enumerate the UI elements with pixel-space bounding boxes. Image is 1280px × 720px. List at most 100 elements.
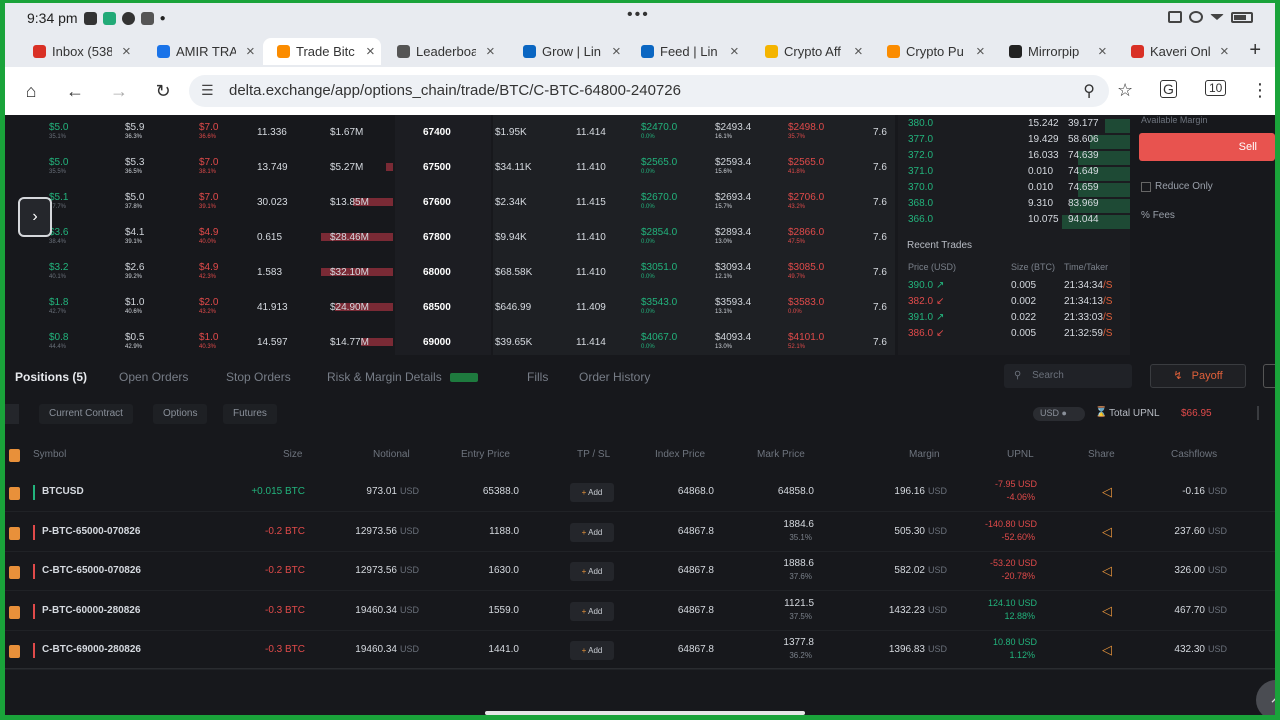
row-checkbox[interactable] [9,487,20,500]
tab-close-icon[interactable]: × [1098,43,1107,60]
call-open-interest: 30.023 [257,197,288,208]
browser-tab[interactable]: Crypto Aff × [751,38,869,65]
browser-tab[interactable]: Crypto Pu × [873,38,991,65]
filter-futures[interactable]: Futures [223,404,277,424]
tab-stop-orders[interactable]: Stop Orders [226,370,291,384]
back-arrow-icon[interactable]: ← [63,81,87,102]
share-icon[interactable]: ◁ [1102,603,1112,619]
tab-close-icon[interactable]: × [246,43,255,60]
share-icon[interactable]: ◁ [1102,642,1112,658]
home-icon[interactable]: ⌂ [19,81,43,102]
add-tp-sl-button[interactable]: + Add [570,483,614,502]
position-symbol[interactable]: BTCUSD [42,486,84,497]
order-book-row[interactable]: 370.0 0.010 74.659 [898,182,1130,198]
browser-tab[interactable]: Feed | Lin × [627,38,745,65]
browser-tab[interactable]: Kaveri Onl × [1117,38,1229,65]
share-icon[interactable]: ◁ [1102,524,1112,540]
chain-row[interactable]: $5.0 35.1% $5.9 36.3% $7.0 36.6% 11.336 $1.67M 6… [5,115,895,150]
bookmark-star-icon[interactable]: ☆ [1117,80,1133,101]
tab-switcher-icon[interactable]: 10 [1205,80,1227,96]
call-mark: $5.0 [125,192,145,203]
gesture-home-bar[interactable] [485,711,805,715]
row-checkbox[interactable] [9,645,20,658]
tab-order-history[interactable]: Order History [579,370,650,384]
url-text[interactable]: delta.exchange/app/options_chain/trade/B… [229,82,681,99]
url-box[interactable]: ☰ delta.exchange/app/options_chain/trade… [189,75,1109,107]
share-icon[interactable]: ◁ [1102,484,1112,500]
add-tp-sl-button[interactable]: + Add [570,641,614,660]
tab-risk-margin[interactable]: Risk & Margin Details [327,370,478,384]
zoom-icon[interactable]: ⚲ [1083,81,1095,101]
tab-close-icon[interactable]: × [854,43,863,60]
tab-fills[interactable]: Fills [527,370,548,384]
chain-row[interactable]: $1.8 42.7% $1.0 40.6% $2.0 43.2% 41.913 $24.90M… [5,290,895,325]
position-notional: 973.01 USD [366,486,419,497]
new-tab-button[interactable]: + [1249,39,1261,62]
order-book-row[interactable]: 377.0 19.429 58.606 [898,134,1130,150]
chain-row[interactable]: $5.1 37.7% $5.0 37.8% $7.0 39.1% 30.023 $13.85M… [5,185,895,220]
row-checkbox[interactable] [9,566,20,579]
browser-tab[interactable]: Trade Bitc × [263,38,381,65]
position-row[interactable]: BTCUSD +0.015 BTC 973.01 USD 65388.0 + Add 648… [5,473,1275,512]
row-checkbox[interactable] [9,605,20,619]
add-tp-sl-button[interactable]: + Add [570,522,614,542]
tab-close-icon[interactable]: × [1220,43,1229,60]
reload-icon[interactable]: ↻ [151,81,175,102]
reduce-only-checkbox[interactable]: Reduce Only [1141,181,1213,192]
order-book-row[interactable]: 366.0 10.075 94.044 [898,214,1130,230]
position-row[interactable]: P-BTC-65000-070826 -0.2 BTC 12973.56 USD 118… [5,513,1275,552]
currency-toggle[interactable]: USD ● [1033,407,1085,421]
order-book-row[interactable]: 368.0 9.310 83.969 [898,198,1130,214]
chain-row[interactable]: $0.8 44.4% $0.5 42.9% $1.0 40.3% 14.597 $14.77M… [5,325,895,360]
filter-current-contract[interactable]: Current Contract [39,404,133,424]
chain-row[interactable]: $3.2 40.1% $2.6 39.2% $4.9 42.3% 1.583 $32.10M 6… [5,255,895,290]
browser-tab[interactable]: Inbox (538 × [19,38,137,65]
payoff-button[interactable]: ↯ Payoff [1150,364,1246,388]
checkbox-icon[interactable] [1141,181,1151,192]
browser-tab[interactable]: Leaderboa × [383,38,501,65]
tab-close-icon[interactable]: × [486,43,495,60]
add-tp-sl-button[interactable]: + Add [570,601,614,621]
fees-link[interactable]: % Fees [1141,210,1175,221]
browser-tab[interactable]: AMIR TRA × [143,38,261,65]
share-icon[interactable]: ◁ [1102,563,1112,579]
chain-row[interactable]: $3.6 38.4% $4.1 39.1% $4.9 40.0% 0.615 $28.46M 6… [5,220,895,255]
tab-close-icon[interactable]: × [976,43,985,60]
add-tp-sl-button[interactable]: + Add [570,562,614,581]
position-symbol[interactable]: C-BTC-69000-280826 [42,644,141,655]
order-book-row[interactable]: 372.0 16.033 74.639 [898,150,1130,166]
call-ask: $7.0 [199,122,219,133]
menu-kebab-icon[interactable]: ⋮ [1251,80,1269,101]
position-symbol[interactable]: C-BTC-65000-070826 [42,565,141,576]
call-volume: $5.27M [330,162,364,173]
position-symbol[interactable]: P-BTC-65000-070826 [42,526,140,537]
filter-all-chip[interactable] [5,404,19,424]
browser-tab[interactable]: Grow | Lin × [509,38,627,65]
tab-close-icon[interactable]: × [730,43,739,60]
site-settings-icon[interactable]: ☰ [201,82,214,99]
tab-close-icon[interactable]: × [366,43,375,60]
expand-chevron-icon[interactable]: › [18,197,52,237]
order-book-row[interactable]: 380.0 15.242 39.177 [898,118,1130,134]
position-row[interactable]: C-BTC-69000-280826 -0.3 BTC 19460.34 USD 144… [5,631,1275,670]
position-row[interactable]: C-BTC-65000-070826 -0.2 BTC 12973.56 USD 163… [5,552,1275,591]
panel-edge-button[interactable] [1263,364,1275,388]
row-checkbox[interactable] [9,526,20,540]
position-row[interactable]: P-BTC-60000-280826 -0.3 BTC 19460.34 USD 155… [5,592,1275,631]
positions-search-input[interactable]: ⚲ Search [1004,364,1132,388]
browser-tab[interactable]: Mirrorpip × [995,38,1113,65]
filter-options[interactable]: Options [153,404,208,424]
select-all-checkbox[interactable] [9,449,20,462]
tab-close-icon[interactable]: × [122,43,131,60]
book-size: 10.075 [1028,214,1059,225]
chain-row[interactable]: $5.0 35.5% $5.3 36.5% $7.0 38.1% 13.749 $5.27M 6… [5,150,895,185]
translate-icon[interactable]: G [1160,80,1177,98]
position-symbol[interactable]: P-BTC-60000-280826 [42,605,140,616]
order-book-row[interactable]: 371.0 0.010 74.649 [898,166,1130,182]
tab-open-orders[interactable]: Open Orders [119,370,188,384]
scroll-top-fab[interactable]: ↗ [1256,680,1275,715]
forward-arrow-icon[interactable]: → [107,81,131,102]
sell-button[interactable]: Sell [1139,133,1275,161]
tab-positions[interactable]: Positions (5) [15,370,87,384]
tab-close-icon[interactable]: × [612,43,621,60]
